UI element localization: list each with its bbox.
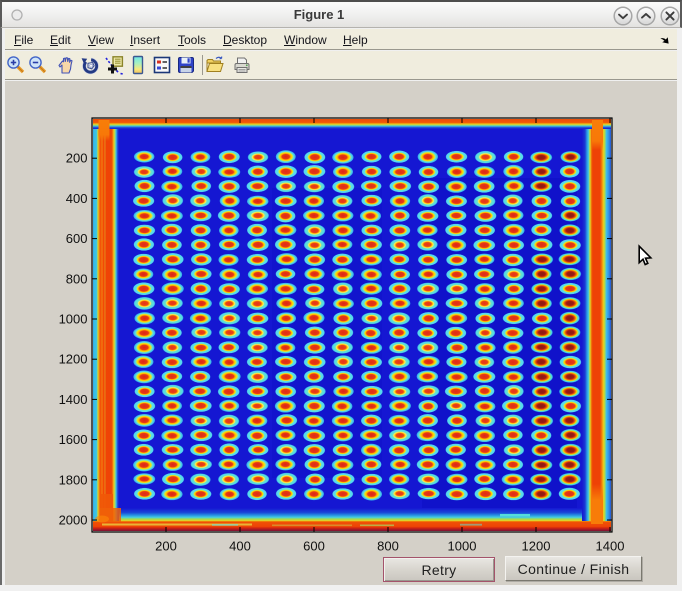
svg-text:1400: 1400 bbox=[59, 392, 88, 407]
svg-text:1200: 1200 bbox=[59, 352, 88, 367]
svg-text:1200: 1200 bbox=[522, 539, 551, 554]
svg-text:1800: 1800 bbox=[59, 472, 88, 487]
svg-text:600: 600 bbox=[303, 539, 325, 554]
svg-text:400: 400 bbox=[66, 191, 88, 206]
svg-text:800: 800 bbox=[66, 271, 88, 286]
svg-text:200: 200 bbox=[66, 151, 88, 166]
svg-text:1600: 1600 bbox=[59, 432, 88, 447]
svg-text:1400: 1400 bbox=[596, 539, 625, 554]
svg-text:2000: 2000 bbox=[59, 513, 88, 528]
svg-text:800: 800 bbox=[377, 539, 399, 554]
svg-text:600: 600 bbox=[66, 231, 88, 246]
svg-text:400: 400 bbox=[229, 539, 251, 554]
svg-text:1000: 1000 bbox=[59, 312, 88, 327]
svg-text:1000: 1000 bbox=[448, 539, 477, 554]
svg-text:200: 200 bbox=[155, 539, 177, 554]
